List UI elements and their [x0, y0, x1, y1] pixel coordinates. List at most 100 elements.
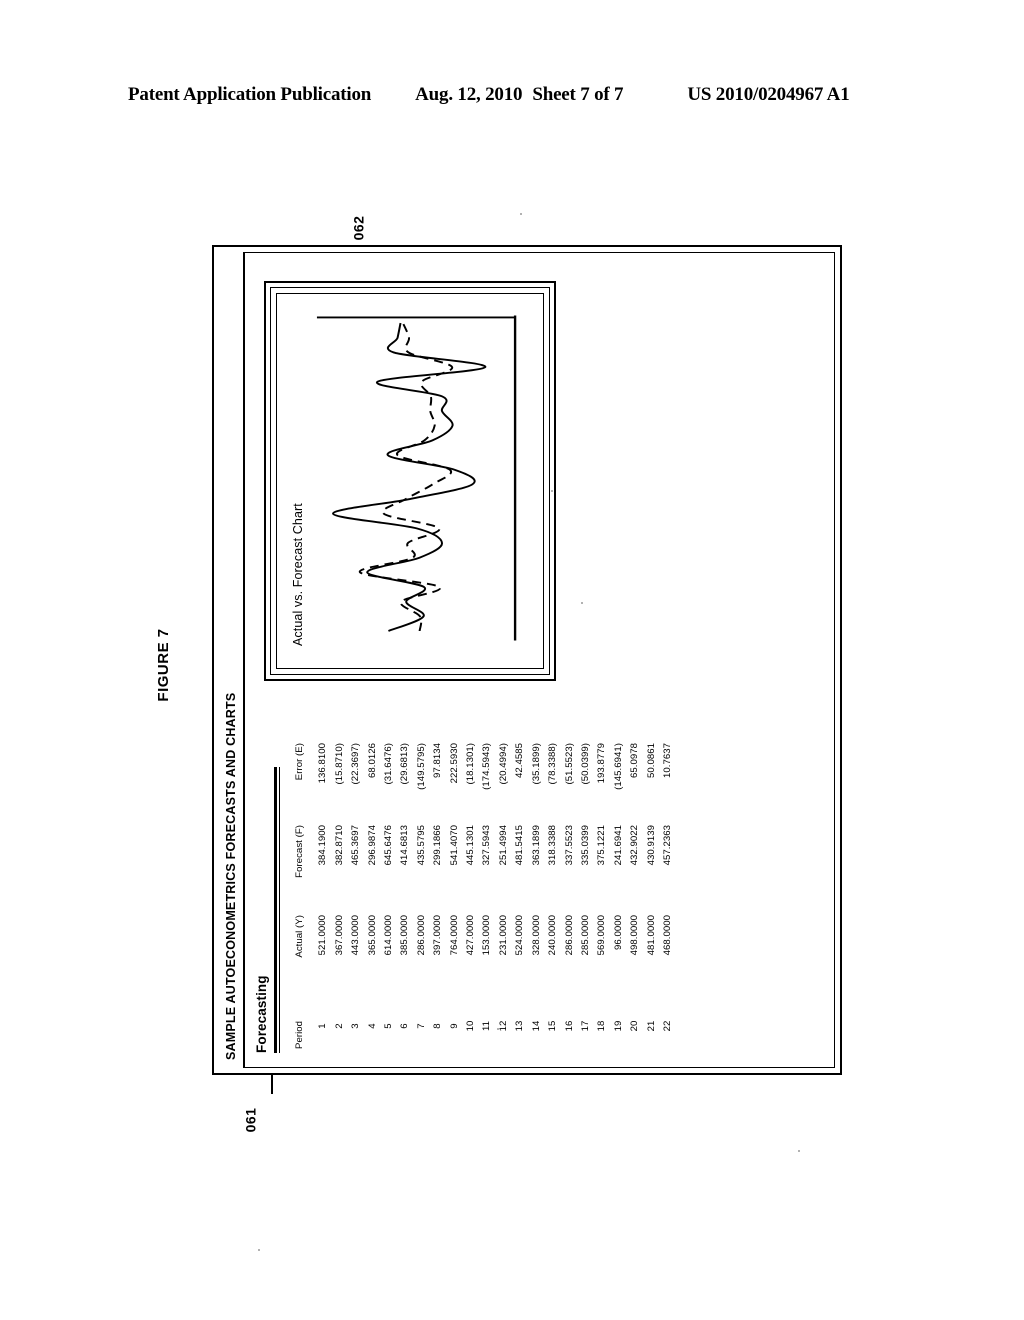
- column-header-actual: Actual (Y): [294, 915, 305, 958]
- scan-speck: [520, 213, 522, 215]
- table-row: 14 328.0000 363.1899 (35.1899): [529, 735, 545, 1049]
- application-window-rotation-wrapper: SAMPLE AUTOECONOMETRICS FORECASTS AND CH…: [212, 245, 842, 1075]
- cell-actual: 286.0000: [415, 915, 427, 956]
- column-header-error: Error (E): [294, 743, 305, 781]
- cell-period: 5: [383, 1023, 395, 1029]
- chart-svg: [316, 315, 517, 641]
- table-row: 15 240.0000 318.3388 (78.3388): [545, 735, 561, 1049]
- cell-period: 3: [350, 1023, 362, 1029]
- cell-error: 42.4585: [514, 743, 526, 779]
- table-row: 11 153.0000 327.5943 (174.5943): [479, 735, 495, 1049]
- cell-error: 68.0126: [366, 743, 378, 779]
- chart-panel-middle-border: Actual vs. Forecast Chart: [270, 287, 550, 675]
- publication-label: Patent Application Publication: [128, 84, 372, 105]
- cell-forecast: 481.5415: [514, 825, 526, 866]
- publication-date: Aug. 12, 2010: [415, 84, 523, 105]
- cell-actual: 367.0000: [333, 915, 345, 956]
- table-row: 6 385.0000 414.6813 (29.6813): [397, 735, 413, 1049]
- cell-actual: 427.0000: [465, 915, 477, 956]
- cell-error: (174.5943): [481, 743, 493, 790]
- patent-page-header: Patent Application Publication Aug. 12, …: [128, 84, 896, 106]
- cell-error: (18.1301): [465, 743, 477, 785]
- cell-actual: 153.0000: [481, 915, 493, 956]
- cell-actual: 524.0000: [514, 915, 526, 956]
- cell-error: (78.3388): [547, 743, 559, 785]
- cell-actual: 96.0000: [612, 915, 624, 951]
- cell-error: (15.8710): [333, 743, 345, 785]
- cell-forecast: 645.6476: [383, 825, 395, 866]
- table-row: 8 397.0000 299.1866 97.8134: [430, 735, 446, 1049]
- cell-error: (149.5795): [415, 743, 427, 790]
- cell-forecast: 465.3697: [350, 825, 362, 866]
- cell-period: 4: [366, 1023, 378, 1029]
- cell-error: (29.6813): [399, 743, 411, 785]
- cell-error: 97.8134: [432, 743, 444, 779]
- cell-error: (35.1899): [530, 743, 542, 785]
- cell-period: 16: [563, 1020, 575, 1032]
- table-row: 21 481.0000 430.9139 50.0861: [644, 735, 660, 1049]
- series-line-forecast: [359, 322, 454, 632]
- table-row: 16 286.0000 337.5523 (51.5523): [562, 735, 578, 1049]
- cell-actual: 764.0000: [448, 915, 460, 956]
- table-row: 2 367.0000 382.8710 (15.8710): [332, 735, 348, 1049]
- chart-panel: Actual vs. Forecast Chart: [264, 281, 556, 681]
- table-row: 18 569.0000 375.1221 193.8779: [594, 735, 610, 1049]
- cell-actual: 521.0000: [317, 915, 329, 956]
- patent-number: US 2010/0204967 A1: [687, 84, 850, 105]
- cell-actual: 468.0000: [661, 915, 673, 956]
- cell-error: 50.0861: [645, 743, 657, 779]
- cell-forecast: 327.5943: [481, 825, 493, 866]
- cell-period: 2: [333, 1023, 345, 1029]
- cell-forecast: 384.1900: [317, 825, 329, 866]
- cell-forecast: 251.4994: [497, 825, 509, 866]
- table-row: 9 764.0000 541.4070 222.5930: [447, 735, 463, 1049]
- table-row: 10 427.0000 445.1301 (18.1301): [463, 735, 479, 1049]
- cell-period: 10: [465, 1020, 477, 1032]
- table-row: 4 365.0000 296.9874 68.0126: [365, 735, 381, 1049]
- tab-forecasting[interactable]: Forecasting: [254, 975, 272, 1053]
- cell-actual: 286.0000: [563, 915, 575, 956]
- table-row: 7 286.0000 435.5795 (149.5795): [414, 735, 430, 1049]
- cell-forecast: 335.0399: [579, 825, 591, 866]
- scan-speck: [581, 602, 583, 604]
- table-row: 19 96.0000 241.6941 (145.6941): [611, 735, 627, 1049]
- chart-panel-inner: Actual vs. Forecast Chart: [276, 293, 544, 669]
- cell-error: (20.4994): [497, 743, 509, 785]
- chart-title: Actual vs. Forecast Chart: [291, 503, 305, 646]
- table-row: 13 524.0000 481.5415 42.4585: [512, 735, 528, 1049]
- cell-period: 17: [579, 1020, 591, 1032]
- cell-error: (51.5523): [563, 743, 575, 785]
- cell-error: 10.7637: [661, 743, 673, 779]
- cell-forecast: 299.1866: [432, 825, 444, 866]
- cell-period: 15: [547, 1020, 559, 1032]
- cell-period: 11: [481, 1020, 493, 1032]
- cell-forecast: 318.3388: [547, 825, 559, 866]
- table-row: 5 614.0000 645.6476 (31.6476): [381, 735, 397, 1049]
- cell-period: 18: [596, 1020, 608, 1032]
- cell-actual: 443.0000: [350, 915, 362, 956]
- cell-period: 7: [415, 1023, 427, 1029]
- cell-period: 9: [448, 1023, 460, 1029]
- cell-actual: 365.0000: [366, 915, 378, 956]
- cell-actual: 231.0000: [497, 915, 509, 956]
- table-row: 12 231.0000 251.4994 (20.4994): [496, 735, 512, 1049]
- series-line-actual: [332, 322, 487, 632]
- scan-speck: [798, 1150, 800, 1152]
- cell-error: (50.0399): [579, 743, 591, 785]
- cell-period: 14: [530, 1020, 542, 1032]
- window-title: SAMPLE AUTOECONOMETRICS FORECASTS AND CH…: [224, 692, 238, 1060]
- cell-forecast: 241.6941: [612, 825, 624, 866]
- cell-actual: 498.0000: [629, 915, 641, 956]
- cell-period: 1: [317, 1023, 329, 1029]
- table-row: 17 285.0000 335.0399 (50.0399): [578, 735, 594, 1049]
- cell-actual: 481.0000: [645, 915, 657, 956]
- cell-error: (145.6941): [612, 743, 624, 790]
- cell-forecast: 541.4070: [448, 825, 460, 866]
- cell-period: 13: [514, 1020, 526, 1032]
- cell-forecast: 432.9022: [629, 825, 641, 866]
- table-row: 3 443.0000 465.3697 (22.3697): [348, 735, 364, 1049]
- cell-error: (31.6476): [383, 743, 395, 785]
- scan-speck: [551, 490, 553, 492]
- cell-period: 12: [497, 1020, 509, 1032]
- cell-actual: 397.0000: [432, 915, 444, 956]
